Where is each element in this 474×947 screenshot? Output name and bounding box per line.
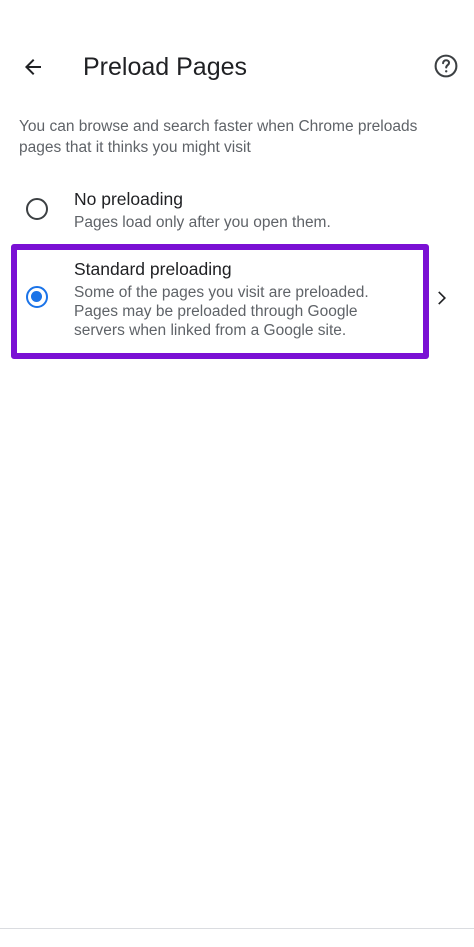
standard-preloading-details-button[interactable]	[428, 285, 454, 311]
option-description: Some of the pages you visit are preloade…	[74, 284, 369, 339]
radio-selected-dot	[31, 291, 42, 302]
chevron-right-icon	[438, 291, 446, 305]
radio-no-preloading[interactable]	[26, 198, 48, 220]
option-title: No preloading	[74, 189, 183, 209]
back-button[interactable]	[14, 48, 52, 86]
app-bar: Preload Pages	[0, 0, 474, 130]
help-button[interactable]	[427, 47, 465, 85]
option-description: Pages load only after you open them.	[74, 214, 331, 231]
option-standard-preloading[interactable]: Standard preloading Some of the pages yo…	[0, 244, 474, 354]
radio-standard-preloading[interactable]	[26, 286, 48, 308]
preload-description: You can browse and search faster when Ch…	[19, 118, 418, 156]
page-title: Preload Pages	[83, 53, 248, 81]
option-title: Standard preloading	[74, 259, 232, 279]
bottom-divider	[0, 928, 474, 929]
help-circle-icon	[434, 54, 458, 78]
option-no-preloading[interactable]: No preloading Pages load only after you …	[0, 180, 474, 240]
arrow-left-icon	[25, 59, 41, 75]
